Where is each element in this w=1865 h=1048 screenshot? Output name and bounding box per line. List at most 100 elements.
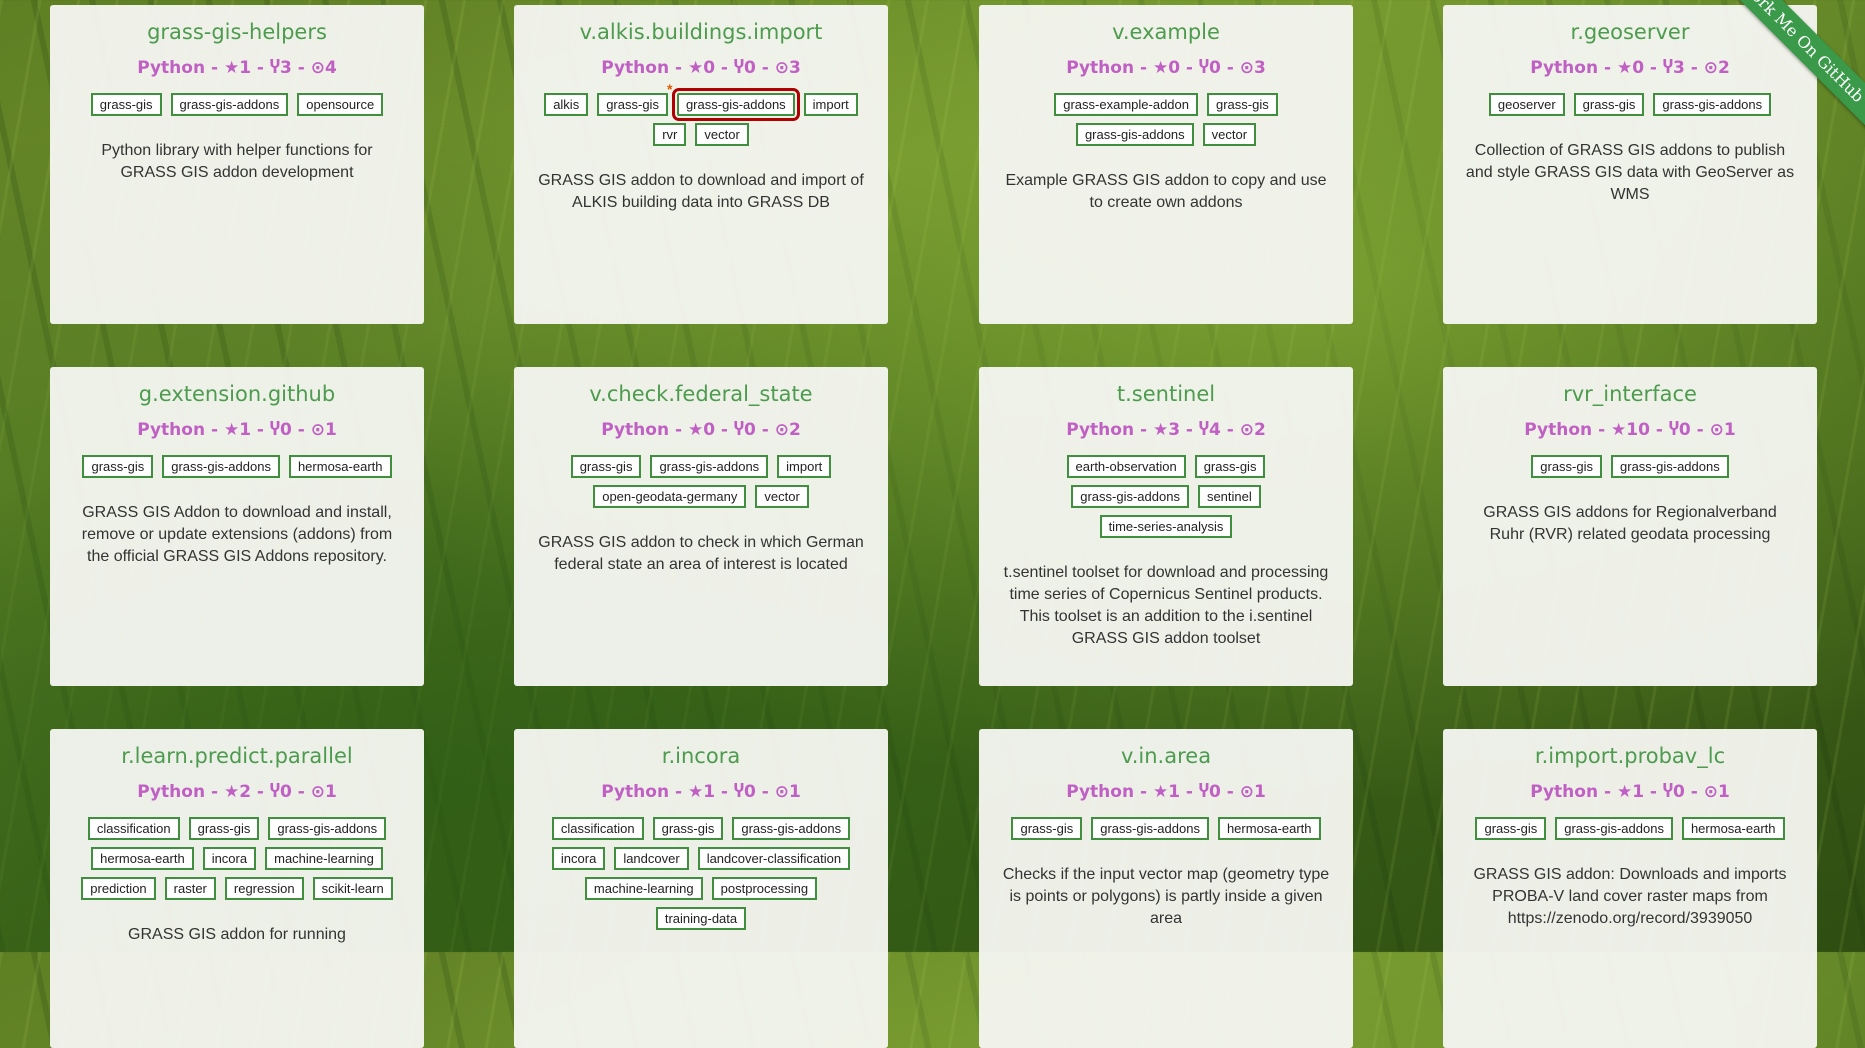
topic-tag[interactable]: grass-gis-addons	[1653, 93, 1772, 116]
repo-title-link[interactable]: r.learn.predict.parallel	[66, 743, 408, 769]
topic-tag[interactable]: vector	[695, 123, 749, 146]
repo-title-link[interactable]: v.check.federal_state	[530, 381, 872, 407]
repo-description: Collection of GRASS GIS addons to publis…	[1465, 142, 1795, 203]
topic-tag[interactable]: grass-gis-addons	[667, 81, 800, 121]
topic-tag[interactable]: hermosa-earth	[288, 455, 392, 478]
repo-title-link[interactable]: r.geoserver	[1459, 19, 1801, 45]
repo-stats: Python - ★0 - Ⴤ0 - ⊙3	[1066, 58, 1266, 78]
repo-card[interactable]: r.geoserver Python - ★0 - Ⴤ3 - ⊙2 geoserve…	[1443, 5, 1817, 324]
topic-tags: classification grass-gis grass-gis-addons h…	[66, 817, 408, 900]
repo-title-link[interactable]: v.in.area	[995, 743, 1337, 769]
topic-tag[interactable]: machine-learning	[265, 847, 383, 870]
topic-tag[interactable]: grass-gis	[1531, 455, 1603, 478]
topic-tag[interactable]: grass-gis-addons	[1611, 455, 1729, 478]
repo-grid: grass-gis-helpers Python - ★1 - Ⴤ3 - ⊙4 gr…	[0, 0, 1865, 1048]
repo-title-link[interactable]: t.sentinel	[995, 381, 1337, 407]
topic-tag[interactable]: grass-gis	[652, 817, 724, 840]
repo-card[interactable]: v.example Python - ★0 - Ⴤ0 - ⊙3 grass-exam…	[979, 5, 1353, 324]
repo-description: GRASS GIS addons for Regionalverband Ruh…	[1483, 504, 1777, 543]
repo-card[interactable]: grass-gis-helpers Python - ★1 - Ⴤ3 - ⊙4 gr…	[50, 5, 424, 324]
topic-tag[interactable]: incora	[551, 847, 606, 870]
repo-title-link[interactable]: rvr_interface	[1459, 381, 1801, 407]
topic-tag[interactable]: hermosa-earth	[1217, 817, 1321, 840]
repo-stats: Python - ★1 - Ⴤ0 - ⊙1	[1066, 782, 1266, 802]
topic-tag[interactable]: scikit-learn	[312, 877, 393, 900]
repo-title-link[interactable]: grass-gis-helpers	[66, 19, 408, 45]
topic-tag[interactable]: grass-gis	[1573, 93, 1645, 116]
topic-tag[interactable]: grass-gis	[1475, 817, 1547, 840]
topic-tag[interactable]: grass-gis-addons	[170, 93, 289, 116]
topic-tag[interactable]: grass-gis-addons	[1091, 817, 1209, 840]
topic-tag[interactable]: classification	[551, 817, 644, 840]
repo-card[interactable]: r.learn.predict.parallel Python - ★2 - Ⴤ0…	[50, 729, 424, 1048]
repo-stats: Python - ★1 - Ⴤ0 - ⊙1	[601, 782, 801, 802]
topic-tag[interactable]: import	[803, 93, 858, 116]
topic-tag[interactable]: time-series-analysis	[1099, 515, 1233, 538]
topic-tag[interactable]: incora	[202, 847, 257, 870]
topic-tag[interactable]: grass-gis-addons	[162, 455, 280, 478]
topic-tag[interactable]: earth-observation	[1066, 455, 1186, 478]
topic-tag[interactable]: alkis	[544, 93, 589, 116]
repo-card[interactable]: g.extension.github Python - ★1 - Ⴤ0 - ⊙1 g…	[50, 367, 424, 686]
repo-stats: Python - ★0 - Ⴤ0 - ⊙2	[601, 420, 801, 440]
topic-tags: grass-gis grass-gis-addons import open-geod…	[530, 455, 872, 508]
repo-title-link[interactable]: r.incora	[530, 743, 872, 769]
topic-tag[interactable]: postprocessing	[711, 877, 818, 900]
topic-tag[interactable]: training-data	[655, 907, 747, 930]
topic-tag[interactable]: vector	[755, 485, 809, 508]
topic-tag[interactable]: grass-gis-addons	[732, 817, 851, 840]
repo-title-link[interactable]: r.import.probav_lc	[1459, 743, 1801, 769]
repo-title-link[interactable]: v.alkis.buildings.import	[530, 19, 872, 45]
topic-tags: grass-gis grass-gis-addons hermosa-earth	[66, 455, 408, 478]
topic-tag[interactable]: hermosa-earth	[91, 847, 194, 870]
repo-description: GRASS GIS addon: Downloads and imports P…	[1473, 866, 1787, 927]
topic-tag[interactable]: grass-gis-addons	[1555, 817, 1673, 840]
topic-tag[interactable]: sentinel	[1197, 485, 1261, 508]
repo-stats: Python - ★0 - Ⴤ0 - ⊙3	[601, 58, 801, 78]
topic-tags: grass-gis grass-gis-addons	[1459, 455, 1801, 478]
topic-tag[interactable]: regression	[224, 877, 304, 900]
topic-tag[interactable]: grass-example-addon	[1054, 93, 1198, 116]
topic-tag[interactable]: grass-gis-addons	[1075, 123, 1194, 146]
topic-tag[interactable]: grass-gis	[597, 93, 668, 116]
topic-tags: grass-gis grass-gis-addons hermosa-earth	[995, 817, 1337, 840]
topic-tag[interactable]: prediction	[81, 877, 156, 900]
topic-tag[interactable]: grass-gis	[1194, 455, 1266, 478]
repo-description: Example GRASS GIS addon to copy and use …	[1005, 172, 1327, 211]
repo-title-link[interactable]: g.extension.github	[66, 381, 408, 407]
topic-tag[interactable]: open-geodata-germany	[593, 485, 747, 508]
topic-tag[interactable]: import	[777, 455, 832, 478]
repo-description: t.sentinel toolset for download and proc…	[1003, 564, 1329, 647]
repo-card[interactable]: v.alkis.buildings.import Python - ★0 - Ⴤ0…	[514, 5, 888, 324]
repo-stats: Python - ★10 - Ⴤ0 - ⊙1	[1524, 420, 1736, 440]
topic-tag[interactable]: hermosa-earth	[1681, 817, 1785, 840]
topic-tags: earth-observation grass-gis grass-gis-addo…	[995, 455, 1337, 538]
topic-tag[interactable]: grass-gis	[570, 455, 642, 478]
topic-tag[interactable]: grass-gis	[188, 817, 260, 840]
topic-tag[interactable]: machine-learning	[584, 877, 703, 900]
topic-tag[interactable]: grass-gis	[1011, 817, 1083, 840]
repo-card[interactable]: t.sentinel Python - ★3 - Ⴤ4 - ⊙2 earth-obs…	[979, 367, 1353, 686]
repo-card[interactable]: rvr_interface Python - ★10 - Ⴤ0 - ⊙1 grass…	[1443, 367, 1817, 686]
topic-tag[interactable]: grass-gis	[90, 93, 162, 116]
topic-tag[interactable]: grass-gis-addons	[1071, 485, 1189, 508]
topic-tag[interactable]: opensource	[297, 93, 384, 116]
repo-stats: Python - ★1 - Ⴤ0 - ⊙1	[137, 420, 337, 440]
topic-tag[interactable]: raster	[164, 877, 216, 900]
repo-card[interactable]: r.incora Python - ★1 - Ⴤ0 - ⊙1 classificat…	[514, 729, 888, 1048]
topic-tag[interactable]: landcover-classification	[697, 847, 851, 870]
repo-title-link[interactable]: v.example	[995, 19, 1337, 45]
repo-card[interactable]: r.import.probav_lc Python - ★1 - Ⴤ0 - ⊙1 g…	[1443, 729, 1817, 1048]
topic-tag[interactable]: grass-gis	[82, 455, 154, 478]
topic-tag[interactable]: landcover	[614, 847, 689, 870]
topic-tag[interactable]: rvr	[653, 123, 687, 146]
topic-tag[interactable]: grass-gis-addons	[650, 455, 769, 478]
topic-tag[interactable]: classification	[87, 817, 180, 840]
repo-card[interactable]: v.check.federal_state Python - ★0 - Ⴤ0 - …	[514, 367, 888, 686]
repo-card[interactable]: v.in.area Python - ★1 - Ⴤ0 - ⊙1 grass-gis g…	[979, 729, 1353, 1048]
topic-tag[interactable]: vector	[1202, 123, 1257, 146]
topic-tag[interactable]: grass-gis	[1206, 93, 1278, 116]
topic-tag[interactable]: geoserver	[1488, 93, 1565, 116]
topic-tags: alkis grass-gisgrass-gis-addonsimport rvrv…	[530, 81, 872, 146]
topic-tag[interactable]: grass-gis-addons	[268, 817, 387, 840]
